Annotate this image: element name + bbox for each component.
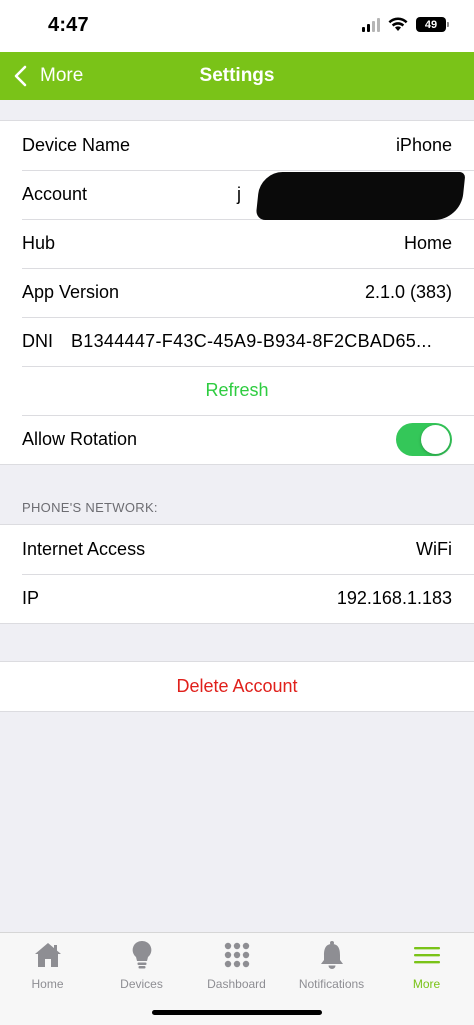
status-bar: 4:47 49 — [0, 0, 474, 52]
battery-icon: 49 — [416, 17, 449, 32]
internet-access-value: WiFi — [416, 539, 452, 559]
home-indicator[interactable] — [152, 1010, 322, 1015]
ip-row: IP 192.168.1.183 — [0, 574, 474, 623]
network-section-header: PHONE'S NETWORK: — [22, 500, 158, 515]
ip-label: IP — [22, 588, 40, 608]
chevron-left-icon — [14, 65, 27, 87]
status-icons: 49 — [362, 17, 449, 32]
tab-notifications[interactable]: Notifications — [284, 939, 379, 997]
hub-value: Home — [403, 233, 452, 253]
allow-rotation-label: Allow Rotation — [22, 429, 138, 449]
status-time: 4:47 — [48, 14, 89, 36]
navigation-bar: More Settings — [0, 52, 474, 100]
house-icon — [31, 939, 65, 971]
back-button[interactable]: More — [12, 52, 83, 100]
lightbulb-icon — [125, 939, 159, 971]
wifi-icon — [388, 17, 408, 31]
app-version-label: App Version — [22, 282, 120, 302]
menu-lines-icon — [410, 939, 444, 971]
account-label: Account — [22, 184, 88, 204]
grid-dots-icon — [220, 939, 254, 971]
app-version-value: 2.1.0 (383) — [364, 282, 452, 302]
dni-label: DNI — [22, 331, 53, 351]
delete-account-row[interactable]: Delete Account — [0, 662, 474, 711]
account-row: Account j — [0, 170, 474, 219]
signal-icon — [362, 17, 380, 32]
tab-home[interactable]: Home — [0, 939, 95, 997]
allow-rotation-toggle[interactable] — [396, 423, 452, 456]
dni-row: DNI B1344447-F43C-45A9-B934-8F2CBAD65... — [0, 317, 474, 366]
tab-more-label: More — [412, 977, 441, 991]
device-name-label: Device Name — [22, 135, 131, 155]
toggle-knob — [421, 425, 450, 454]
network-group: Internet Access WiFi IP 192.168.1.183 — [0, 524, 474, 624]
tab-dashboard-label: Dashboard — [207, 977, 266, 991]
tab-devices-label: Devices — [120, 977, 163, 991]
battery-level: 49 — [424, 18, 438, 31]
refresh-row[interactable]: Refresh — [0, 366, 474, 415]
internet-access-label: Internet Access — [22, 539, 146, 559]
tab-devices[interactable]: Devices — [94, 939, 189, 997]
app-version-row: App Version 2.1.0 (383) — [0, 268, 474, 317]
ip-value: 192.168.1.183 — [336, 588, 452, 608]
hub-label: Hub — [22, 233, 56, 253]
tab-more[interactable]: More — [379, 939, 474, 997]
tab-home-label: Home — [31, 977, 64, 991]
dni-value: B1344447-F43C-45A9-B934-8F2CBAD65... — [71, 331, 432, 351]
tab-notifications-label: Notifications — [298, 977, 365, 991]
tab-dashboard[interactable]: Dashboard — [189, 939, 284, 997]
refresh-button[interactable]: Refresh — [205, 380, 268, 401]
hub-row: Hub Home — [0, 219, 474, 268]
delete-account-button[interactable]: Delete Account — [176, 676, 297, 697]
device-name-value: iPhone — [395, 135, 452, 155]
device-settings-group: Device Name iPhone Account j Hub Home Ap… — [0, 120, 474, 465]
back-button-label: More — [40, 65, 84, 86]
bell-icon — [315, 939, 349, 971]
internet-access-row: Internet Access WiFi — [0, 525, 474, 574]
account-value: j — [237, 184, 242, 204]
device-name-row: Device Name iPhone — [0, 121, 474, 170]
delete-account-group: Delete Account — [0, 661, 474, 712]
allow-rotation-row: Allow Rotation — [0, 415, 474, 464]
